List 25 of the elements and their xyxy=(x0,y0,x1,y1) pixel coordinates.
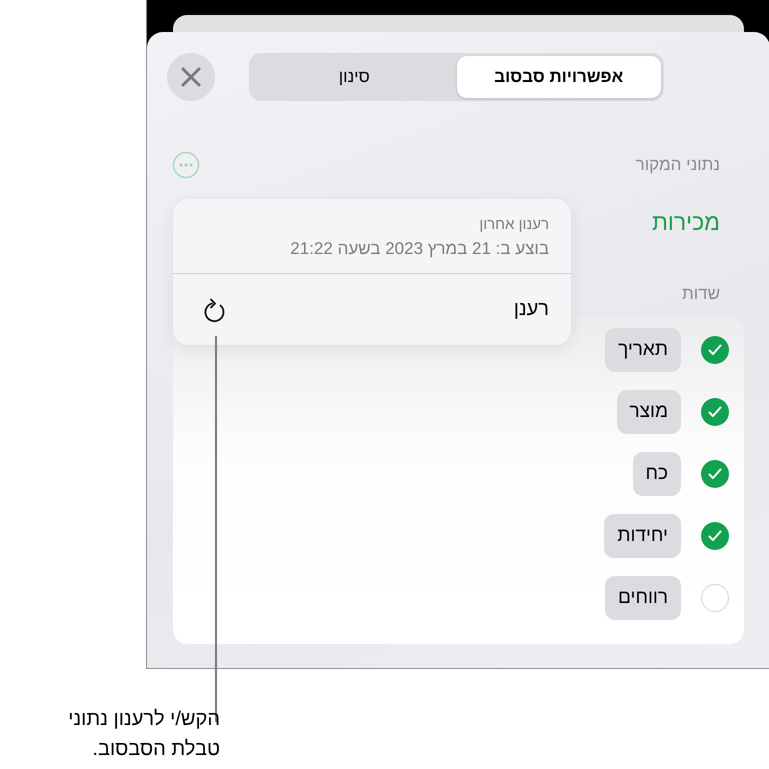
checkbox[interactable] xyxy=(701,336,729,364)
field-chip[interactable]: תאריך xyxy=(605,328,681,372)
checkbox[interactable] xyxy=(701,522,729,550)
close-button[interactable] xyxy=(167,53,215,101)
checkmark-icon xyxy=(708,344,722,356)
checkbox[interactable] xyxy=(701,398,729,426)
refresh-time: בוצע ב: 21 במרץ 2023 בשעה 21:22 xyxy=(289,239,549,259)
field-chip[interactable]: כח xyxy=(632,452,681,496)
checkmark-icon xyxy=(708,406,722,418)
tab[interactable]: סינון xyxy=(252,56,456,98)
section-label: נתוני המקור xyxy=(636,155,720,175)
checkmark-icon xyxy=(708,530,722,542)
field-chip[interactable]: מוצר xyxy=(616,390,681,434)
field-chip[interactable]: יחידות xyxy=(604,514,681,558)
refresh-button[interactable]: רענן xyxy=(173,274,571,345)
checkbox[interactable] xyxy=(701,460,729,488)
section-label: שדות xyxy=(682,284,720,304)
callout-text: הקש/י לרענון נתוני טבלת הסבסוב. xyxy=(67,707,220,762)
tab[interactable]: אפשרויות סבסוב xyxy=(456,56,661,98)
checkmark-icon xyxy=(708,468,722,480)
checkbox[interactable] xyxy=(701,584,729,612)
field-chip[interactable]: רווחים xyxy=(605,576,681,620)
close-icon xyxy=(181,67,201,87)
popover-title: רענון אחרון xyxy=(478,216,549,233)
refresh-icon xyxy=(203,296,227,322)
